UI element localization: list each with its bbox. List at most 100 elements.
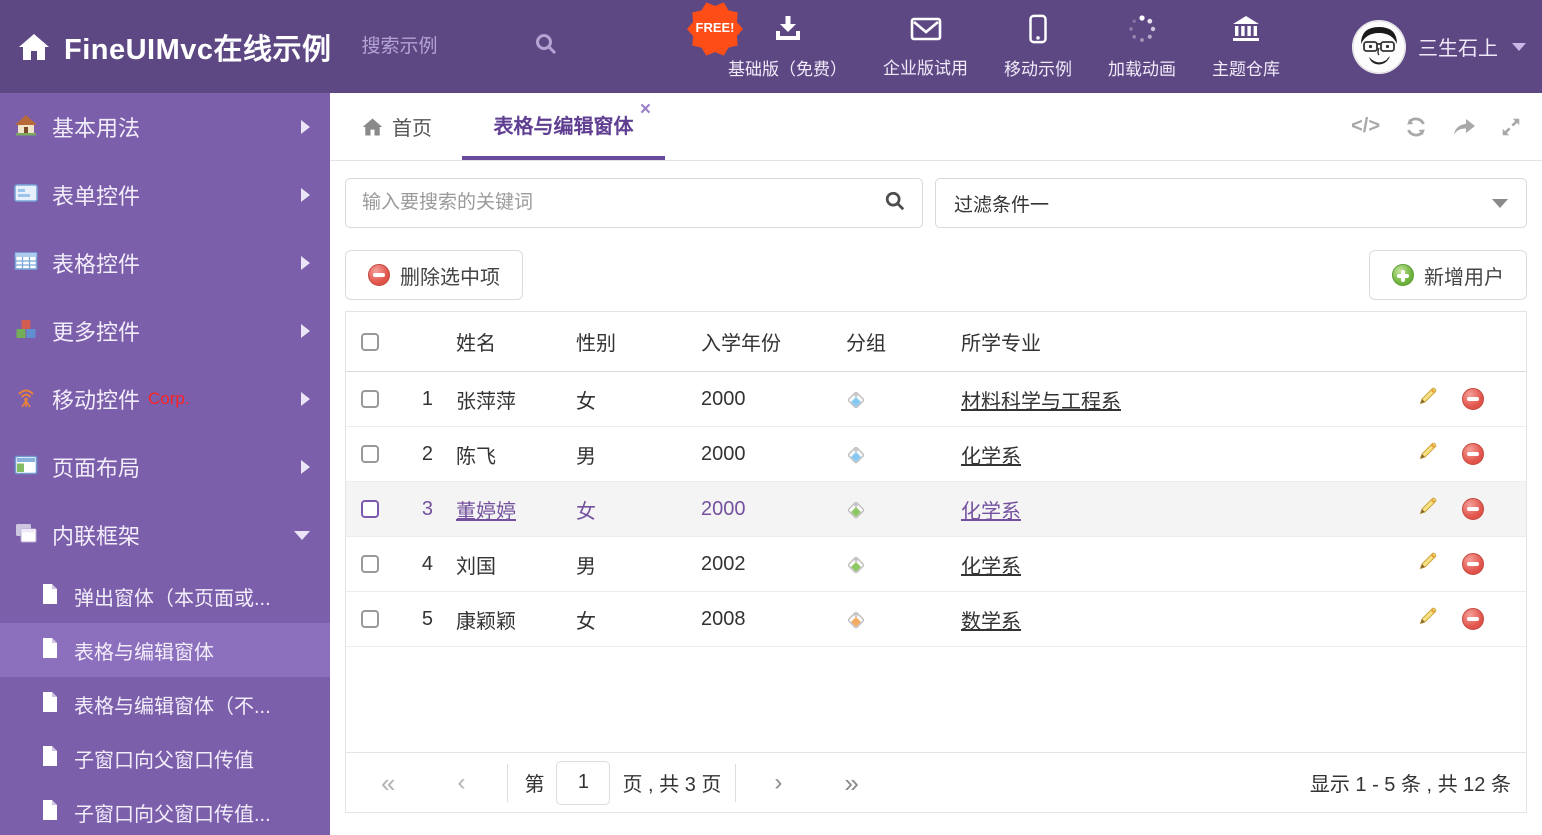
- fullscreen-icon[interactable]: [1500, 116, 1522, 138]
- last-page-icon[interactable]: »: [844, 770, 858, 796]
- page-number-input[interactable]: [556, 760, 611, 805]
- sidebar-subitem-grid-edit-window[interactable]: 表格与编辑窗体: [0, 623, 330, 677]
- top-header: FineUIMvc在线示例 FREE! 基础版（免费） 企业版试用: [0, 0, 1542, 93]
- next-page-icon[interactable]: ›: [774, 770, 782, 795]
- plus-circle-icon: [1392, 264, 1414, 286]
- mobile-icon: [1028, 14, 1048, 49]
- edit-pencil-icon[interactable]: [1418, 386, 1438, 412]
- row-checkbox[interactable]: [361, 445, 379, 463]
- open-new-window-icon[interactable]: [1452, 115, 1476, 139]
- delete-row-icon[interactable]: [1462, 608, 1484, 630]
- sidebar-item-basic-usage[interactable]: 基本用法: [0, 93, 330, 161]
- table-row[interactable]: 1 张萍萍 女 2000 材料科学与工程系: [346, 372, 1526, 427]
- delete-row-icon[interactable]: [1462, 443, 1484, 465]
- chevron-right-icon: [301, 460, 310, 474]
- row-checkbox[interactable]: [361, 390, 379, 408]
- chevron-right-icon: [301, 256, 310, 270]
- close-icon[interactable]: ×: [640, 99, 651, 121]
- sidebar-item-form-controls[interactable]: 表单控件: [0, 161, 330, 229]
- nav-item-theme-repository[interactable]: 主题仓库: [1206, 14, 1286, 80]
- table-row-selected[interactable]: 3 董婷婷 女 2000 化学系: [346, 482, 1526, 537]
- table-icon: [14, 249, 38, 278]
- col-name: 姓名: [456, 333, 496, 355]
- sidebar-subitem-child-to-parent[interactable]: 子窗口向父窗口传值: [0, 731, 330, 785]
- page-content: 过滤条件一 删除选中项 新增用户 姓名 性别 入学年份 分组 所学专业: [330, 161, 1542, 813]
- divider: [507, 763, 509, 802]
- edit-pencil-icon[interactable]: [1418, 606, 1438, 632]
- nav-item-mobile-demo[interactable]: 移动示例: [998, 14, 1078, 80]
- page-label-suffix: 页 , 共 3 页: [622, 774, 722, 796]
- tab-home[interactable]: 首页: [362, 112, 432, 141]
- row-checkbox[interactable]: [361, 500, 379, 518]
- table-row[interactable]: 2 陈飞 男 2000 化学系: [346, 427, 1526, 482]
- sidebar: 基本用法 表单控件 表格控件 更多控件 移动控件 Corp. 页面布局 内联框架…: [0, 93, 330, 835]
- form-icon: [14, 181, 38, 210]
- row-checkbox[interactable]: [361, 610, 379, 628]
- bank-icon: [1231, 14, 1261, 49]
- keyword-search-input[interactable]: [362, 192, 884, 214]
- row-checkbox[interactable]: [361, 555, 379, 573]
- delete-row-icon[interactable]: [1462, 388, 1484, 410]
- major-link[interactable]: 化学系: [961, 501, 1021, 523]
- sidebar-item-grid-controls[interactable]: 表格控件: [0, 229, 330, 297]
- nav-item-loading-animation[interactable]: 加载动画: [1102, 14, 1182, 80]
- top-nav: 基础版（免费） 企业版试用 移动示例 加载动画 主题仓库: [722, 0, 1286, 93]
- table-row[interactable]: 5 康颖颖 女 2008 数学系: [346, 592, 1526, 647]
- tab-grid-edit-window[interactable]: 表格与编辑窗体 ×: [462, 93, 665, 160]
- user-menu[interactable]: 三生石上: [1352, 0, 1526, 93]
- sidebar-item-mobile-controls[interactable]: 移动控件 Corp.: [0, 365, 330, 433]
- major-link[interactable]: 化学系: [961, 446, 1021, 468]
- major-link[interactable]: 化学系: [961, 556, 1021, 578]
- sidebar-subitem-grid-edit-window-no[interactable]: 表格与编辑窗体（不...: [0, 677, 330, 731]
- tab-home-label: 首页: [392, 118, 432, 140]
- sidebar-subitem-popup-window[interactable]: 弹出窗体（本页面或...: [0, 569, 330, 623]
- edit-pencil-icon[interactable]: [1418, 441, 1438, 467]
- chevron-right-icon: [301, 324, 310, 338]
- add-user-button[interactable]: 新增用户: [1369, 250, 1527, 300]
- tag-icon: [831, 609, 946, 629]
- nav-item-basic-edition[interactable]: 基础版（免费）: [722, 14, 853, 80]
- edit-pencil-icon[interactable]: [1418, 496, 1438, 522]
- username: 三生石上: [1418, 38, 1498, 60]
- search-icon[interactable]: [534, 32, 558, 61]
- sidebar-item-inline-frame[interactable]: 内联框架: [0, 501, 330, 569]
- first-page-icon[interactable]: «: [381, 770, 395, 796]
- sidebar-subitem-child-to-parent-2[interactable]: 子窗口向父窗口传值...: [0, 785, 330, 835]
- home-icon[interactable]: [18, 32, 50, 62]
- delete-row-icon[interactable]: [1462, 553, 1484, 575]
- file-icon: [40, 745, 60, 772]
- spinner-icon: [1127, 14, 1157, 49]
- users-grid: 姓名 性别 入学年份 分组 所学专业 1 张萍萍 女 2000 材料科学与工程系: [345, 311, 1527, 813]
- filter-dropdown[interactable]: 过滤条件一: [935, 178, 1527, 228]
- envelope-icon: [910, 15, 942, 48]
- chevron-down-icon: [1512, 42, 1526, 51]
- sidebar-item-more-controls[interactable]: 更多控件: [0, 297, 330, 365]
- refresh-icon[interactable]: [1404, 115, 1428, 139]
- download-icon: [773, 14, 803, 49]
- file-icon: [40, 799, 60, 826]
- grid-toolbar: 删除选中项 新增用户: [345, 250, 1527, 300]
- chevron-right-icon: [301, 120, 310, 134]
- pagination-bar: « ‹ 第 页 , 共 3 页 › » 显示 1 - 5 条 , 共 12 条: [346, 752, 1526, 812]
- table-row[interactable]: 4 刘国 男 2002 化学系: [346, 537, 1526, 592]
- source-code-icon[interactable]: </>: [1351, 115, 1380, 138]
- top-search-input[interactable]: [361, 35, 522, 58]
- edit-pencil-icon[interactable]: [1418, 551, 1438, 577]
- major-link[interactable]: 数学系: [961, 611, 1021, 633]
- avatar: [1352, 19, 1406, 74]
- top-search: [361, 32, 577, 61]
- page-label-prefix: 第: [524, 774, 545, 796]
- grid-header-row: 姓名 性别 入学年份 分组 所学专业: [346, 312, 1526, 372]
- corp-badge: Corp.: [148, 389, 190, 408]
- delete-selected-button[interactable]: 删除选中项: [345, 250, 523, 300]
- nav-item-enterprise-trial[interactable]: 企业版试用: [877, 15, 974, 79]
- delete-row-icon[interactable]: [1462, 498, 1484, 520]
- prev-page-icon[interactable]: ‹: [457, 770, 465, 795]
- file-icon: [40, 637, 60, 664]
- frames-icon: [14, 521, 38, 550]
- file-icon: [40, 691, 60, 718]
- sidebar-item-page-layout[interactable]: 页面布局: [0, 433, 330, 501]
- major-link[interactable]: 材料科学与工程系: [961, 391, 1121, 413]
- select-all-checkbox[interactable]: [361, 332, 379, 351]
- search-icon[interactable]: [884, 190, 906, 217]
